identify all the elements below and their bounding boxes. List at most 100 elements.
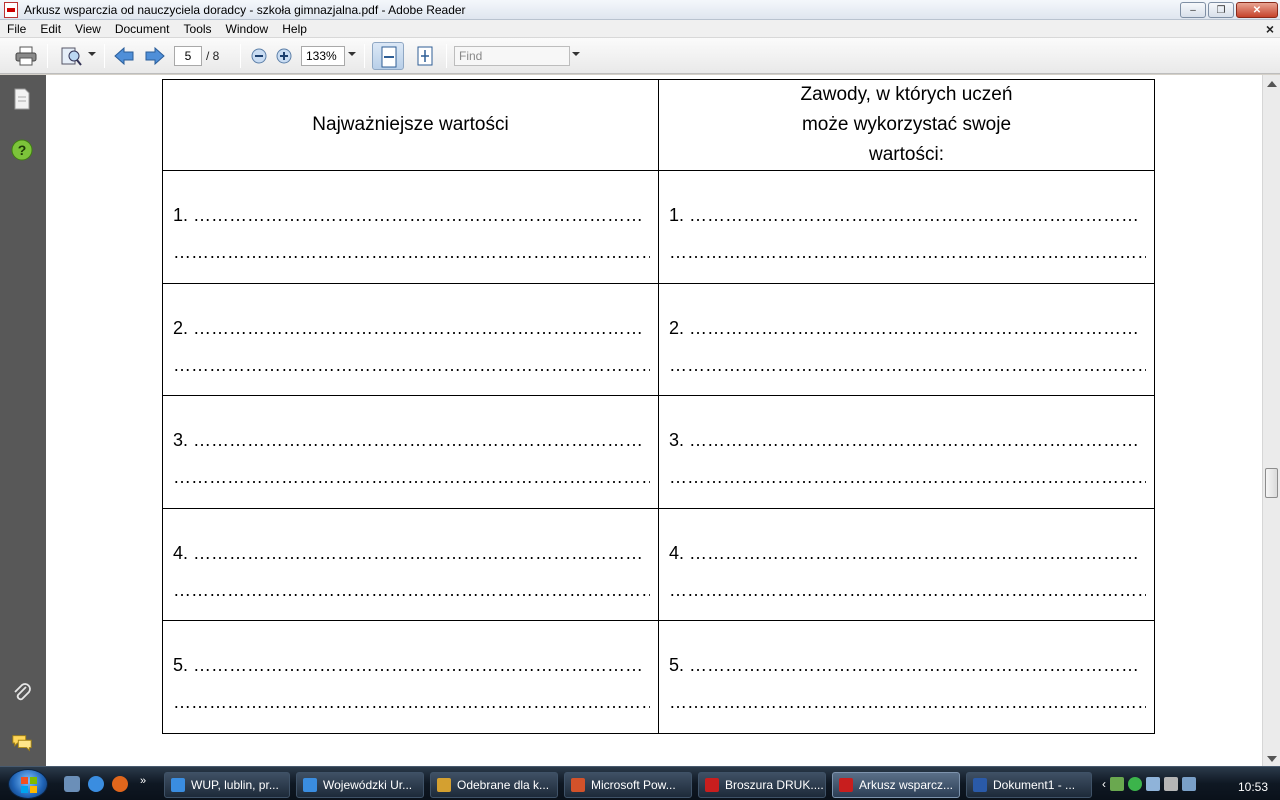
mail-task-icon <box>437 778 451 792</box>
zoom-level-input[interactable]: 133% <box>301 46 345 66</box>
find-input[interactable]: Find <box>454 46 570 66</box>
taskbar-item-odebrane[interactable]: Odebrane dla k... <box>430 772 558 798</box>
task-label: Odebrane dla k... <box>457 778 550 792</box>
arrow-left-icon <box>114 46 134 66</box>
cell-value: 1. ………………………………………………………………… ………………………………… <box>162 170 659 284</box>
scroll-down-icon[interactable] <box>1267 756 1277 762</box>
cell-profession: 3. ………………………………………………………………… ………………………………… <box>658 395 1155 509</box>
ie-task-icon <box>171 778 185 792</box>
taskbar-item-broszura[interactable]: Broszura DRUK.... <box>698 772 826 798</box>
help-icon: ? <box>11 139 33 161</box>
fill-line: 5. ………………………………………………………………… <box>173 655 644 675</box>
taskbar-item-powerpoint[interactable]: Microsoft Pow... <box>564 772 692 798</box>
task-label: Broszura DRUK.... <box>725 778 824 792</box>
pages-panel-button[interactable] <box>11 88 33 110</box>
start-button[interactable] <box>8 769 48 799</box>
attachments-button[interactable] <box>11 682 33 704</box>
scrollbar-thumb[interactable] <box>1265 468 1278 498</box>
fit-page-button[interactable] <box>412 44 438 68</box>
fill-line: 1. ………………………………………………………………… <box>173 205 644 225</box>
fill-line: ………………………………………………………………………… <box>173 242 650 262</box>
zoom-dropdown-icon[interactable] <box>348 52 356 56</box>
table-row: 2. ………………………………………………………………… ………………………………… <box>162 282 1155 396</box>
table-header-row: Najważniejsze wartości Zawody, w których… <box>162 79 1155 171</box>
task-label: Microsoft Pow... <box>591 778 676 792</box>
title-bar: Arkusz wsparczia od nauczyciela doradcy … <box>0 0 1280 20</box>
taskbar-item-dokument1[interactable]: Dokument1 - ... <box>966 772 1092 798</box>
maximize-button[interactable]: ❐ <box>1208 2 1234 18</box>
page-number-input[interactable]: 5 <box>174 46 202 66</box>
windows-logo-icon <box>21 777 37 793</box>
fill-line: ………………………………………………………………………… <box>669 354 1146 375</box>
volume-icon[interactable] <box>1164 777 1178 791</box>
fill-line: ………………………………………………………………………… <box>669 579 1146 600</box>
taskbar-item-arkusz[interactable]: Arkusz wsparcz... <box>832 772 960 798</box>
task-label: Dokument1 - ... <box>993 778 1076 792</box>
taskbar-item-wojewodzki[interactable]: Wojewódzki Ur... <box>296 772 424 798</box>
close-button[interactable]: ✕ <box>1236 2 1278 18</box>
comments-icon <box>12 735 32 752</box>
fill-line: 4. ………………………………………………………………… <box>669 542 1140 563</box>
fill-line: ………………………………………………………………………… <box>669 467 1146 487</box>
cell-profession: 4. ………………………………………………………………… ………………………………… <box>658 507 1155 621</box>
zoom-out-button[interactable] <box>249 44 269 68</box>
menu-edit[interactable]: Edit <box>33 22 68 36</box>
toolbar: 5 / 8 133% Find <box>0 38 1280 74</box>
print-button[interactable] <box>12 44 40 68</box>
cell-value: 4. ………………………………………………………………… ………………………………… <box>162 507 659 621</box>
vertical-scrollbar[interactable] <box>1262 75 1280 766</box>
display-icon[interactable] <box>1182 777 1196 791</box>
values-table: Najważniejsze wartości Zawody, w których… <box>162 79 1155 734</box>
menu-help[interactable]: Help <box>275 22 314 36</box>
document-view[interactable]: Najważniejsze wartości Zawody, w których… <box>46 75 1262 766</box>
pages-icon <box>14 88 30 110</box>
zoom-in-icon <box>276 48 292 64</box>
find-dropdown-icon[interactable] <box>572 52 580 56</box>
network-icon[interactable] <box>1110 777 1124 791</box>
ie-task-icon <box>303 778 317 792</box>
menu-bar: File Edit View Document Tools Window Hel… <box>0 20 1280 38</box>
navigation-panel: ? <box>0 75 46 766</box>
tray-expand-icon[interactable]: ‹ <box>1102 777 1106 791</box>
previous-page-button[interactable] <box>112 44 136 68</box>
menu-tools[interactable]: Tools <box>177 22 219 36</box>
window-controls: – ❐ ✕ <box>1180 2 1278 18</box>
quick-launch-overflow-icon[interactable]: » <box>140 775 150 791</box>
clock[interactable]: 10:53 <box>1238 780 1268 794</box>
pdf-task-icon <box>839 778 853 792</box>
taskbar: » WUP, lublin, pr... Wojewódzki Ur... Od… <box>0 766 1280 800</box>
next-page-button[interactable] <box>143 44 167 68</box>
fill-line: ………………………………………………………………………… <box>173 354 650 375</box>
close-document-button[interactable]: × <box>1266 21 1274 37</box>
zoom-in-button[interactable] <box>274 44 294 68</box>
scroll-up-icon[interactable] <box>1267 81 1277 87</box>
menu-document[interactable]: Document <box>108 22 177 36</box>
show-desktop-icon[interactable] <box>64 776 80 792</box>
cell-profession: 2. ………………………………………………………………… ………………………………… <box>658 282 1155 396</box>
fill-line: 2. ………………………………………………………………… <box>669 317 1140 338</box>
fill-line: ………………………………………………………………………… <box>173 692 650 712</box>
adobe-reader-icon <box>4 1 18 18</box>
firefox-icon[interactable] <box>112 776 128 792</box>
taskbar-item-wup-lublin[interactable]: WUP, lublin, pr... <box>164 772 290 798</box>
svg-text:?: ? <box>18 142 27 158</box>
internet-explorer-icon[interactable] <box>88 776 104 792</box>
fill-line: 4. ………………………………………………………………… <box>173 542 644 563</box>
comments-button[interactable] <box>11 732 33 754</box>
fill-line: 2. ………………………………………………………………… <box>173 317 644 338</box>
help-button[interactable]: ? <box>11 139 33 161</box>
cell-value: 5. ………………………………………………………………… ………………………………… <box>162 620 659 734</box>
header-professions: Zawody, w których uczeń może wykorzystać… <box>658 79 1155 171</box>
find-tool-dropdown-icon[interactable] <box>88 52 96 56</box>
tray-app-icon[interactable] <box>1146 777 1160 791</box>
menu-window[interactable]: Window <box>219 22 276 36</box>
fit-width-button[interactable] <box>372 42 404 70</box>
menu-view[interactable]: View <box>68 22 108 36</box>
fill-line: ………………………………………………………………………… <box>173 579 650 600</box>
fill-line: ………………………………………………………………………… <box>669 242 1146 262</box>
zoom-out-icon <box>251 48 267 64</box>
minimize-button[interactable]: – <box>1180 2 1206 18</box>
security-icon[interactable] <box>1128 777 1142 791</box>
menu-file[interactable]: File <box>0 22 33 36</box>
find-tool-button[interactable] <box>58 44 84 68</box>
